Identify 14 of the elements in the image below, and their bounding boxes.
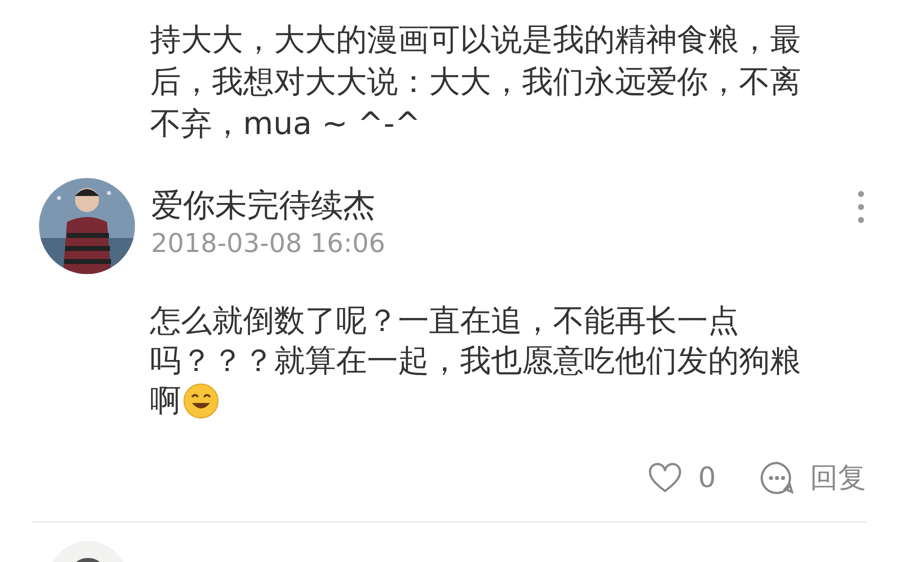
comment-text: 持大大，大大的漫画可以说是我的精神食粮，最 [150,21,801,60]
comment-text: 啊 [150,382,181,421]
comment-icon [760,461,794,495]
username: 爱你未完待续杰 [151,185,376,226]
reply-button[interactable]: 回复 [760,457,866,499]
comment-text: 吗？？？就算在一起，我也愿意吃他们发的狗粮 [150,342,801,381]
comment-text: 怎么就倒数了呢？一直在追，不能再长一点 [150,302,739,341]
heart-icon [648,463,682,493]
like-count: 0 [698,460,716,496]
more-icon[interactable] [856,190,866,224]
comment-text: 后，我想对大大说：大大，我们永远爱你，不离 [150,63,801,102]
comment-text: 不弃，mua ~ ^-^ [150,105,421,144]
like-button[interactable] [648,463,682,493]
timestamp: 2018-03-08 16:06 [151,228,386,261]
